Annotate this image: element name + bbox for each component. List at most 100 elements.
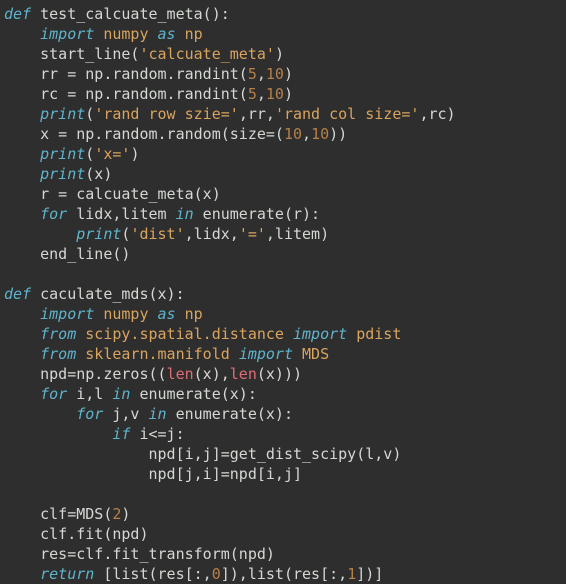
code-token-pl: npd[j,i]=npd[i,j] (4, 465, 303, 483)
code-line[interactable]: clf.fit(npd) (0, 524, 566, 544)
code-line[interactable]: for i,l in enumerate(x): (0, 384, 566, 404)
code-token-pl: x = np.random.random(size=( (4, 125, 284, 143)
code-token-str: 'rand col size=' (274, 105, 420, 123)
code-token-num: 5 (247, 65, 257, 83)
code-token-pl: (x) (85, 165, 113, 183)
code-token-num: 10 (311, 125, 330, 143)
code-line[interactable]: npd[j,i]=npd[i,j] (0, 464, 566, 484)
code-token-kw: print (40, 165, 86, 183)
code-token-pl: , (256, 65, 266, 83)
code-token-kw: in (148, 405, 167, 423)
code-token-num: 5 (247, 85, 257, 103)
code-line[interactable]: r = calcuate_meta(x) (0, 184, 566, 204)
code-token-pl: i,l (67, 385, 113, 403)
code-token-name: numpy (103, 25, 149, 43)
code-line[interactable]: from scipy.spatial.distance import pdist (0, 324, 566, 344)
code-token-pl: ) (283, 85, 293, 103)
code-token-kw: in (112, 385, 131, 403)
code-line[interactable] (0, 264, 566, 284)
code-token-name: scipy.spatial.distance (85, 325, 284, 343)
code-token-str: 'rand row szie=' (94, 105, 239, 123)
code-line[interactable] (0, 484, 566, 504)
code-line[interactable]: res=clf.fit_transform(npd) (0, 544, 566, 564)
code-line[interactable]: def test_calcuate_meta(): (0, 4, 566, 24)
code-token-pl: rr = np.random.randint( (4, 65, 248, 83)
code-line[interactable]: for lidx,litem in enumerate(r): (0, 204, 566, 224)
code-token-kw: import (40, 25, 95, 43)
code-token-kw: from (40, 345, 77, 363)
code-line[interactable]: if i<=j: (0, 424, 566, 444)
code-line[interactable]: rr = np.random.randint(5,10) (0, 64, 566, 84)
code-token-name: np (184, 25, 203, 43)
code-token-pl: ,rr, (238, 105, 275, 123)
code-token-kw: import (238, 345, 293, 363)
code-token-name: np (184, 305, 203, 323)
code-token-pl: res=clf.fit_transform(npd) (4, 545, 275, 563)
code-token-pl: ) (121, 505, 131, 523)
code-line[interactable]: npd=np.zeros((len(x),len(x))) (0, 364, 566, 384)
code-token-pl: ,lidx, (184, 225, 239, 243)
code-line[interactable]: start_line('calcuate_meta') (0, 44, 566, 64)
code-token-pl: j,v (103, 405, 149, 423)
code-token-pl: , (256, 85, 266, 103)
code-line[interactable]: print('rand row szie=',rr,'rand col size… (0, 104, 566, 124)
code-line[interactable]: rc = np.random.randint(5,10) (0, 84, 566, 104)
code-line[interactable]: for j,v in enumerate(x): (0, 404, 566, 424)
code-token-pl: rc = np.random.randint( (4, 85, 248, 103)
code-token-pl: ) (283, 65, 293, 83)
code-line[interactable]: from sklearn.manifold import MDS (0, 344, 566, 364)
code-line[interactable]: end_line() (0, 244, 566, 264)
code-line[interactable]: def caculate_mds(x): (0, 284, 566, 304)
code-line[interactable]: import numpy as np (0, 304, 566, 324)
code-token-kw: for (40, 205, 68, 223)
code-token-kw: import (293, 325, 348, 343)
code-token-str: 'dist' (130, 225, 185, 243)
code-token-kw: print (40, 145, 86, 163)
code-line[interactable]: npd[i,j]=get_dist_scipy(l,v) (0, 444, 566, 464)
code-line[interactable]: print('dist',lidx,'=',litem) (0, 224, 566, 244)
code-token-kw: from (40, 325, 77, 343)
code-token-kw: print (76, 225, 122, 243)
code-line[interactable]: import numpy as np (0, 24, 566, 44)
code-token-kw: as (157, 305, 176, 323)
code-editor-surface[interactable]: def test_calcuate_meta(): import numpy a… (0, 4, 566, 583)
code-token-pl: ( (85, 145, 95, 163)
code-token-pl: r = calcuate_meta(x) (4, 185, 221, 203)
code-token-pl: test_calcuate_meta(): (31, 5, 230, 23)
code-token-kw: def (4, 285, 32, 303)
code-token-pl: ) (130, 145, 140, 163)
code-token-kw: if (112, 425, 131, 443)
code-lines-container: def test_calcuate_meta(): import numpy a… (0, 4, 566, 584)
code-token-pl: ( (85, 105, 95, 123)
code-line[interactable]: return [list(res[:,0]),list(res[:,1])] (0, 564, 566, 584)
code-token-pl: , (302, 125, 312, 143)
code-token-kw: print (40, 105, 86, 123)
code-line[interactable]: print(x) (0, 164, 566, 184)
code-line[interactable]: print('x=') (0, 144, 566, 164)
code-token-pl: start_line( (4, 45, 140, 63)
code-token-num: 10 (265, 65, 284, 83)
code-line[interactable]: clf=MDS(2) (0, 504, 566, 524)
code-token-pl: i<=j: (130, 425, 185, 443)
code-line[interactable]: x = np.random.random(size=(10,10)) (0, 124, 566, 144)
code-token-str: 'x=' (94, 145, 131, 163)
code-token-name: sklearn.manifold (85, 345, 230, 363)
code-token-pl: (x), (193, 365, 230, 383)
